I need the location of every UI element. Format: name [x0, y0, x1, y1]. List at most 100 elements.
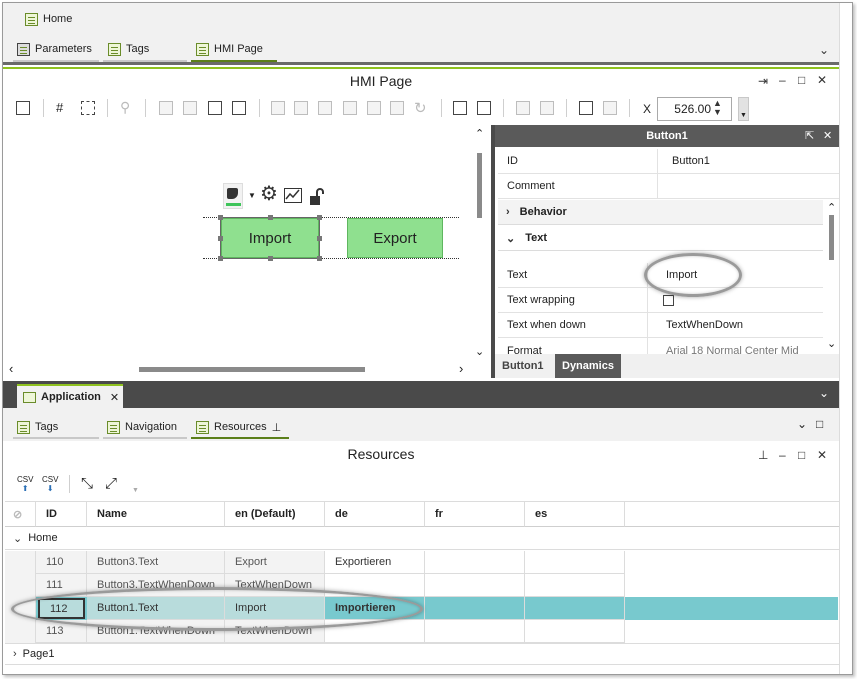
minimize-icon[interactable]: – — [779, 73, 786, 87]
same-width-icon[interactable] — [516, 101, 530, 115]
resize-handle[interactable] — [268, 215, 273, 220]
toolbar-overflow-icon[interactable]: ▼ — [132, 487, 139, 494]
tab-home[interactable]: Home — [25, 9, 72, 29]
tab-button1[interactable]: Button1 — [495, 354, 551, 378]
cell-es[interactable] — [525, 597, 625, 620]
import-button[interactable]: Import — [220, 217, 320, 259]
section-behavior[interactable]: › Behavior — [498, 200, 823, 225]
minimize-icon[interactable]: – — [779, 448, 786, 462]
align-middle-icon[interactable] — [367, 101, 381, 115]
csv-export-icon[interactable]: CSV ⬇ — [42, 475, 58, 493]
pin-icon[interactable]: ⊥ — [272, 421, 282, 434]
cell-fr[interactable] — [425, 551, 525, 574]
pin-icon[interactable]: ⇥ — [758, 74, 768, 88]
cell-fr[interactable] — [425, 620, 525, 643]
scroll-left-icon[interactable]: ‹ — [9, 361, 13, 376]
vertical-scrollbar-thumb[interactable] — [477, 153, 482, 218]
column-header-es[interactable]: es — [525, 501, 625, 527]
column-header-de[interactable]: de — [325, 501, 425, 527]
close-icon[interactable]: ✕ — [817, 73, 827, 87]
chevron-down-icon[interactable]: ⌄ — [819, 386, 829, 400]
properties-toolbar-icon[interactable] — [16, 101, 30, 115]
column-header-fr[interactable]: fr — [425, 501, 525, 527]
expand-icon[interactable]: ⤢ — [105, 475, 117, 492]
cell-en[interactable]: Export — [225, 551, 325, 574]
ungroup-icon[interactable] — [232, 101, 246, 115]
maximize-icon[interactable]: □ — [798, 448, 805, 462]
align-left-icon[interactable] — [271, 101, 285, 115]
gear-icon[interactable]: ⚙ — [260, 184, 278, 204]
toolbar-overflow-icon[interactable]: ▼ — [738, 97, 749, 121]
tab-navigation[interactable]: Navigation — [107, 417, 177, 437]
cell-es[interactable] — [525, 620, 625, 643]
cell-es[interactable] — [525, 551, 625, 574]
paint-bucket-icon[interactable] — [223, 183, 243, 209]
tab-tags[interactable]: Tags — [108, 39, 149, 59]
distribute-vertical-icon[interactable] — [477, 101, 491, 115]
tab-application[interactable]: Application ✕ — [17, 384, 123, 408]
chevron-down-icon[interactable]: ⌄ — [797, 417, 807, 431]
close-icon[interactable]: ✕ — [817, 448, 827, 462]
zoom-icon[interactable]: ⚲ — [120, 99, 134, 115]
group-row-home[interactable]: ⌄ Home — [5, 527, 839, 550]
filter-icon[interactable]: ⊘ — [5, 501, 36, 527]
resize-handle[interactable] — [317, 256, 322, 261]
props-scrollbar-thumb[interactable] — [829, 215, 834, 260]
same-height-icon[interactable] — [540, 101, 554, 115]
cell-de[interactable]: Exportieren — [325, 551, 425, 574]
paint-dropdown-icon[interactable]: ▼ — [248, 191, 256, 200]
tab-parameters[interactable]: Parameters — [17, 39, 92, 59]
close-icon[interactable]: ✕ — [110, 391, 119, 404]
resize-handle[interactable] — [218, 215, 223, 220]
snap-icon[interactable] — [81, 101, 95, 115]
maximize-icon[interactable]: □ — [816, 417, 823, 431]
cell-id[interactable]: 110 — [36, 551, 87, 574]
scroll-up-icon[interactable]: ⌃ — [475, 127, 484, 140]
cell-name[interactable]: Button3.Text — [87, 551, 225, 574]
group-icon[interactable] — [208, 101, 222, 115]
cell-fr[interactable] — [425, 597, 525, 620]
align-top-icon[interactable] — [343, 101, 357, 115]
props-scroll-down-icon[interactable]: ⌄ — [827, 337, 836, 350]
resize-handle[interactable] — [317, 236, 322, 241]
lock-icon[interactable] — [308, 188, 326, 206]
scroll-down-icon[interactable]: ⌄ — [475, 345, 484, 358]
cell-fr[interactable] — [425, 574, 525, 597]
collapse-icon[interactable]: ⤡ — [81, 475, 93, 492]
align-center-icon[interactable] — [294, 101, 308, 115]
rotate-icon[interactable]: ↻ — [414, 99, 428, 117]
resize-handle[interactable] — [218, 256, 223, 261]
csv-import-icon[interactable]: CSV ⬆ — [17, 475, 33, 493]
tab-resources[interactable]: Resources ⊥ — [196, 417, 281, 437]
maximize-icon[interactable]: □ — [798, 73, 805, 87]
export-button[interactable]: Export — [347, 218, 443, 258]
props-scroll-up-icon[interactable]: ⌃ — [827, 201, 836, 214]
chart-icon[interactable] — [284, 188, 302, 203]
undock-icon[interactable]: ⇱ — [805, 129, 814, 142]
chevron-down-icon[interactable]: ⌄ — [819, 43, 829, 57]
distribute-horizontal-icon[interactable] — [453, 101, 467, 115]
bring-forward-icon[interactable] — [159, 101, 173, 115]
grid-icon[interactable]: # — [56, 101, 70, 115]
column-header-en[interactable]: en (Default) — [225, 501, 325, 527]
cell-es[interactable] — [525, 574, 625, 597]
close-icon[interactable]: ✕ — [823, 129, 832, 142]
tab-hmi-page[interactable]: HMI Page — [196, 39, 263, 59]
tab-dynamics[interactable]: Dynamics — [555, 354, 621, 378]
x-stepper-icon[interactable]: ▲ ▼ — [713, 99, 722, 117]
scroll-right-icon[interactable]: › — [459, 361, 463, 376]
group-row-page1[interactable]: › Page1 — [5, 643, 839, 665]
text-wrapping-checkbox[interactable] — [663, 294, 674, 306]
align-right-icon[interactable] — [318, 101, 332, 115]
tab-tags[interactable]: Tags — [17, 417, 58, 437]
property-row-text-when-down[interactable]: Text when down TextWhenDown — [498, 313, 823, 338]
pin-icon[interactable]: ⊥ — [758, 448, 768, 462]
connect-icon[interactable] — [603, 101, 617, 115]
align-bottom-icon[interactable] — [390, 101, 404, 115]
column-header-name[interactable]: Name — [87, 501, 225, 527]
send-backward-icon[interactable] — [183, 101, 197, 115]
select-icon[interactable] — [579, 101, 593, 115]
horizontal-scrollbar-thumb[interactable] — [139, 367, 365, 372]
hmi-canvas[interactable]: ▼ ⚙ Import Export ⌃ ⌄ ‹ › — [5, 125, 489, 378]
resize-handle[interactable] — [218, 236, 223, 241]
